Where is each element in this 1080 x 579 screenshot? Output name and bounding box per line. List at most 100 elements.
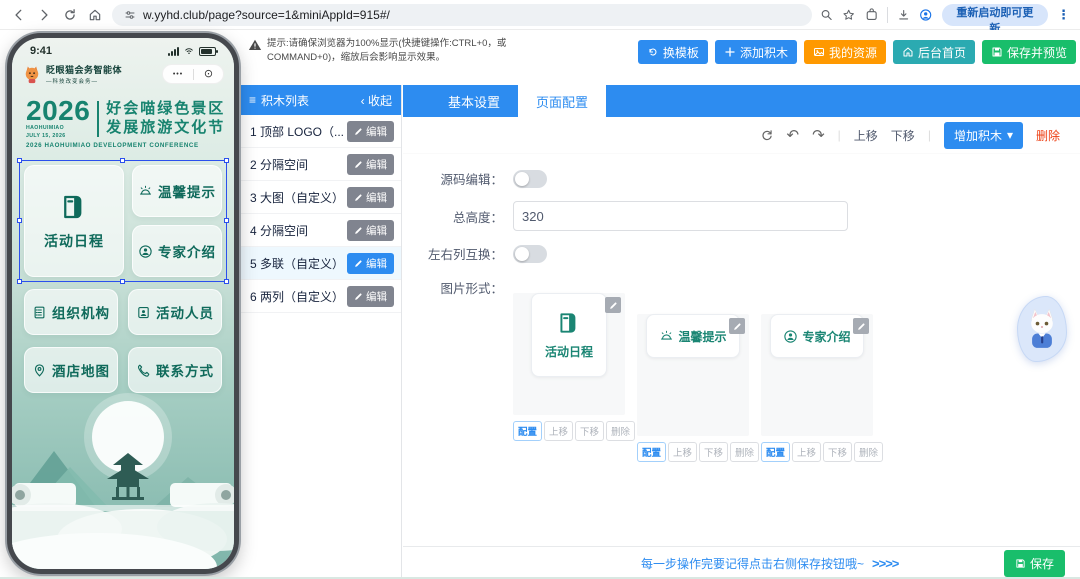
config-button[interactable]: 配置 (513, 421, 542, 441)
delete-button[interactable]: 删除 (730, 442, 759, 462)
cat-avatar (1024, 307, 1060, 351)
landscape-artwork (12, 379, 234, 569)
block-item-6[interactable]: 6 两列（自定义） 编辑 (240, 280, 401, 313)
card-hotel-map[interactable]: 酒店地图 (24, 347, 118, 393)
card-edit-icon[interactable] (729, 318, 745, 334)
selected-block[interactable]: 活动日程 温馨提示 专家介绍 (24, 165, 222, 277)
save-icon (1015, 558, 1026, 569)
card-contact[interactable]: 联系方式 (128, 347, 222, 393)
app-screen: w.yyhd.club/page?source=1&miniAppId=915#… (0, 0, 1080, 579)
block-item-1[interactable]: 1 顶部 LOGO（... 编辑 (240, 115, 401, 148)
add-block-dropdown-button[interactable]: 增加积木 ▾ (944, 122, 1023, 149)
source-edit-toggle[interactable] (513, 170, 547, 188)
extensions-icon[interactable] (865, 8, 878, 22)
edit-button[interactable]: 编辑 (347, 220, 394, 241)
title-line2: 发展旅游文化节 (106, 119, 225, 138)
config-button[interactable]: 配置 (637, 442, 666, 462)
collapse-button[interactable]: ‹ 收起 (361, 92, 392, 109)
delete-link[interactable]: 删除 (1036, 127, 1060, 144)
block-list-panel: ≡ 积木列表 ‹ 收起 1 顶部 LOGO（... 编辑 2 分隔空间 编辑 3 … (240, 85, 402, 579)
phone-brand-row: 眨眼猫会务智能体 —科技改变会务— ••• ⊙ (12, 62, 234, 85)
edit-button[interactable]: 编辑 (347, 187, 394, 208)
pencil-icon (354, 292, 363, 301)
wifi-icon (183, 46, 195, 56)
save-preview-button[interactable]: 保存并预览 (982, 40, 1076, 64)
phone-time: 9:41 (30, 45, 52, 57)
edit-button[interactable]: 编辑 (347, 154, 394, 175)
edit-button-active[interactable]: 编辑 (347, 253, 394, 274)
undo-icon[interactable]: ↶ (787, 128, 800, 143)
url-text: w.yyhd.club/page?source=1&miniAppId=915#… (143, 8, 390, 22)
close-target-icon[interactable]: ⊙ (204, 69, 213, 80)
image-card-activity[interactable]: 活动日程 (513, 293, 625, 415)
chevron-down-icon: ▾ (1007, 128, 1013, 142)
backend-home-button[interactable]: 后台首页 (893, 40, 975, 64)
block-item-3[interactable]: 3 大图（自定义） 编辑 (240, 181, 401, 214)
menu-icon: ≡ (249, 93, 256, 107)
image-card-experts[interactable]: 专家介绍 (761, 314, 873, 436)
edit-toolbar: ↶ ↷ | 上移 下移 | 增加积木 ▾ 删除 (403, 117, 1080, 154)
move-down-link[interactable]: 下移 (891, 127, 915, 144)
home-icon[interactable] (87, 6, 105, 24)
toolbar-divider: | (928, 128, 931, 142)
block-list-title: 积木列表 (261, 92, 309, 109)
block-item-5-active[interactable]: 5 多联（自定义） 编辑 (240, 247, 401, 280)
card-edit-icon[interactable] (605, 297, 621, 313)
edit-button[interactable]: 编辑 (347, 121, 394, 142)
card-organization[interactable]: 组织机构 (24, 289, 118, 335)
browser-menu-icon[interactable]: ⋮ (1057, 7, 1070, 23)
warning-icon (248, 38, 262, 52)
move-up-link[interactable]: 上移 (854, 127, 878, 144)
my-resources-button[interactable]: 我的资源 (804, 40, 886, 64)
add-block-button[interactable]: 添加积木 (715, 40, 797, 64)
card-warm-tips[interactable]: 温馨提示 (132, 165, 222, 217)
redo-icon[interactable]: ↷ (812, 128, 825, 143)
book-icon (59, 192, 89, 222)
move-down-button[interactable]: 下移 (575, 421, 604, 441)
change-template-button[interactable]: 换模板 (638, 40, 708, 64)
phone-icon (136, 363, 151, 378)
move-up-button[interactable]: 上移 (544, 421, 573, 441)
browser-update-button[interactable]: 重新启动即可更新 (942, 4, 1048, 26)
signal-icon (168, 47, 179, 56)
card-expert-intro[interactable]: 专家介绍 (132, 225, 222, 277)
download-icon[interactable] (897, 8, 910, 22)
bookmark-star-icon[interactable] (842, 8, 855, 22)
alarm-icon (138, 184, 153, 199)
miniapp-capsule[interactable]: ••• ⊙ (162, 64, 224, 84)
move-up-button[interactable]: 上移 (668, 442, 697, 462)
swap-columns-toggle[interactable] (513, 245, 547, 263)
total-height-input[interactable] (513, 201, 848, 231)
reload-icon[interactable] (61, 6, 79, 24)
move-down-button[interactable]: 下移 (699, 442, 728, 462)
profile-icon[interactable] (919, 8, 932, 22)
back-icon[interactable] (10, 6, 28, 24)
tab-page-config[interactable]: 页面配置 (518, 85, 606, 117)
more-icon[interactable]: ••• (173, 71, 183, 78)
zoom-icon[interactable] (820, 8, 833, 22)
map-pin-icon (32, 363, 47, 378)
card-participants[interactable]: 活动人员 (128, 289, 222, 335)
block-item-2[interactable]: 2 分隔空间 编辑 (240, 148, 401, 181)
refresh-icon[interactable] (760, 128, 774, 142)
config-button[interactable]: 配置 (761, 442, 790, 462)
title-line1: 好会喵绿色景区 (106, 100, 225, 119)
forward-icon[interactable] (36, 6, 54, 24)
tab-basic-settings[interactable]: 基本设置 (430, 85, 518, 117)
delete-button[interactable]: 删除 (854, 442, 883, 462)
total-height-label: 总高度： (403, 207, 503, 226)
block-item-4[interactable]: 4 分隔空间 编辑 (240, 214, 401, 247)
card-activity-schedule[interactable]: 活动日程 (24, 165, 124, 277)
card-edit-icon[interactable] (853, 318, 869, 334)
save-button[interactable]: 保存 (1004, 550, 1065, 577)
move-down-button[interactable]: 下移 (823, 442, 852, 462)
site-settings-icon[interactable] (124, 9, 136, 21)
image-card-tips[interactable]: 温馨提示 (637, 314, 749, 436)
address-bar[interactable]: w.yyhd.club/page?source=1&miniAppId=915#… (112, 4, 812, 26)
move-up-button[interactable]: 上移 (792, 442, 821, 462)
delete-button[interactable]: 删除 (606, 421, 635, 441)
alarm-icon (659, 329, 674, 344)
pencil-icon (354, 160, 363, 169)
edit-button[interactable]: 编辑 (347, 286, 394, 307)
tab-bar: 基本设置 页面配置 (403, 85, 1080, 117)
